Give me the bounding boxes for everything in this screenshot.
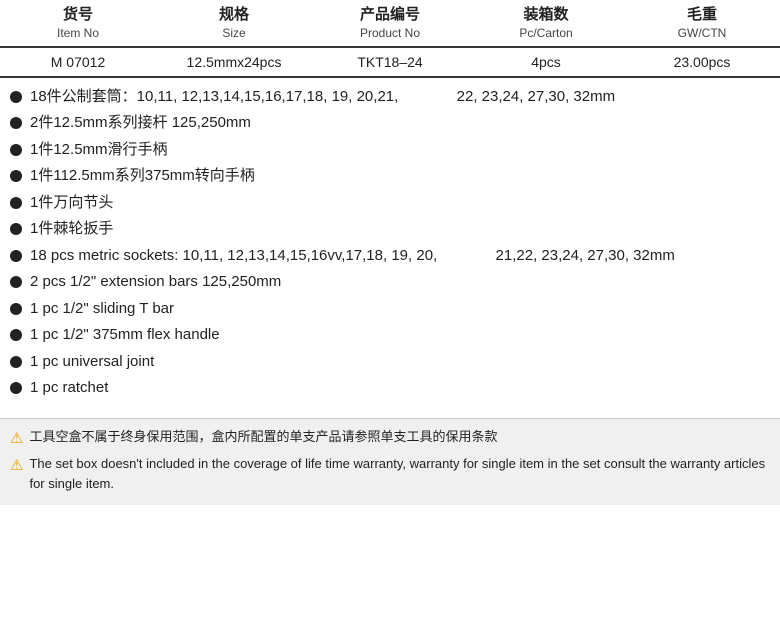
bullet-dot-icon <box>10 91 22 103</box>
header-col-1: 规格Size <box>156 4 312 42</box>
list-item: 2 pcs 1/2" extension bars 125,250mm <box>10 271 770 294</box>
header-col-2: 产品编号Product No <box>312 4 468 42</box>
bullet-text: 1件12.5mm滑行手柄 <box>30 139 770 162</box>
bullet-text: 1件棘轮扳手 <box>30 218 770 241</box>
data-cell-2: TKT18–24 <box>312 54 468 70</box>
list-item: 18 pcs metric sockets: 10,11, 12,13,14,1… <box>10 245 770 268</box>
list-item: 2件12.5mm系列接杆 125,250mm <box>10 112 770 135</box>
warning-text: 工具空盒不属于终身保用范围，盒内所配置的单支产品请参照单支工具的保用条款 <box>29 427 497 447</box>
bullet-text: 2件12.5mm系列接杆 125,250mm <box>30 112 770 135</box>
warning-text: The set box doesn't included in the cove… <box>29 454 770 493</box>
warning-triangle-icon: ⚠ <box>10 455 23 478</box>
list-item: 18件公制套筒：10,11, 12,13,14,15,16,17,18, 19,… <box>10 86 770 109</box>
bullet-text: 18件公制套筒：10,11, 12,13,14,15,16,17,18, 19,… <box>30 86 770 109</box>
list-item: 1 pc universal joint <box>10 351 770 374</box>
bullet-text: 2 pcs 1/2" extension bars 125,250mm <box>30 271 770 294</box>
bullet-dot-icon <box>10 144 22 156</box>
list-item: 1件112.5mm系列375mm转向手柄 <box>10 165 770 188</box>
content-area: 18件公制套筒：10,11, 12,13,14,15,16,17,18, 19,… <box>0 78 780 412</box>
table-header: 货号Item No规格Size产品编号Product No装箱数Pc/Carto… <box>0 0 780 48</box>
bullet-dot-icon <box>10 250 22 262</box>
warning-line: ⚠ The set box doesn't included in the cov… <box>10 454 770 493</box>
list-item: 1件万向节头 <box>10 192 770 215</box>
bullet-dot-icon <box>10 117 22 129</box>
warning-area: ⚠ 工具空盒不属于终身保用范围，盒内所配置的单支产品请参照单支工具的保用条款 ⚠ Th… <box>0 418 780 506</box>
bullet-text: 1 pc 1/2" 375mm flex handle <box>30 324 770 347</box>
data-cell-0: M 07012 <box>0 54 156 70</box>
bullet-dot-icon <box>10 382 22 394</box>
bullet-dot-icon <box>10 197 22 209</box>
bullet-dot-icon <box>10 170 22 182</box>
bullet-text: 1件112.5mm系列375mm转向手柄 <box>30 165 770 188</box>
header-col-3: 装箱数Pc/Carton <box>468 4 624 42</box>
header-col-4: 毛重GW/CTN <box>624 4 780 42</box>
bullet-dot-icon <box>10 303 22 315</box>
bullet-text: 18 pcs metric sockets: 10,11, 12,13,14,1… <box>30 245 770 268</box>
bullet-text: 1 pc universal joint <box>30 351 770 374</box>
data-cell-3: 4pcs <box>468 54 624 70</box>
warning-line: ⚠ 工具空盒不属于终身保用范围，盒内所配置的单支产品请参照单支工具的保用条款 <box>10 427 770 451</box>
list-item: 1 pc ratchet <box>10 377 770 400</box>
header-col-0: 货号Item No <box>0 4 156 42</box>
bullet-text: 1 pc 1/2" sliding T bar <box>30 298 770 321</box>
bullet-list: 18件公制套筒：10,11, 12,13,14,15,16,17,18, 19,… <box>10 86 770 400</box>
bullet-text: 1件万向节头 <box>30 192 770 215</box>
list-item: 1 pc 1/2" sliding T bar <box>10 298 770 321</box>
list-item: 1件棘轮扳手 <box>10 218 770 241</box>
list-item: 1件12.5mm滑行手柄 <box>10 139 770 162</box>
data-cell-1: 12.5mmx24pcs <box>156 54 312 70</box>
table-data-row: M 0701212.5mmx24pcsTKT18–244pcs23.00pcs <box>0 48 780 78</box>
data-cell-4: 23.00pcs <box>624 54 780 70</box>
bullet-dot-icon <box>10 223 22 235</box>
bullet-text: 1 pc ratchet <box>30 377 770 400</box>
list-item: 1 pc 1/2" 375mm flex handle <box>10 324 770 347</box>
bullet-dot-icon <box>10 329 22 341</box>
bullet-dot-icon <box>10 356 22 368</box>
bullet-dot-icon <box>10 276 22 288</box>
warning-triangle-icon: ⚠ <box>10 428 23 451</box>
